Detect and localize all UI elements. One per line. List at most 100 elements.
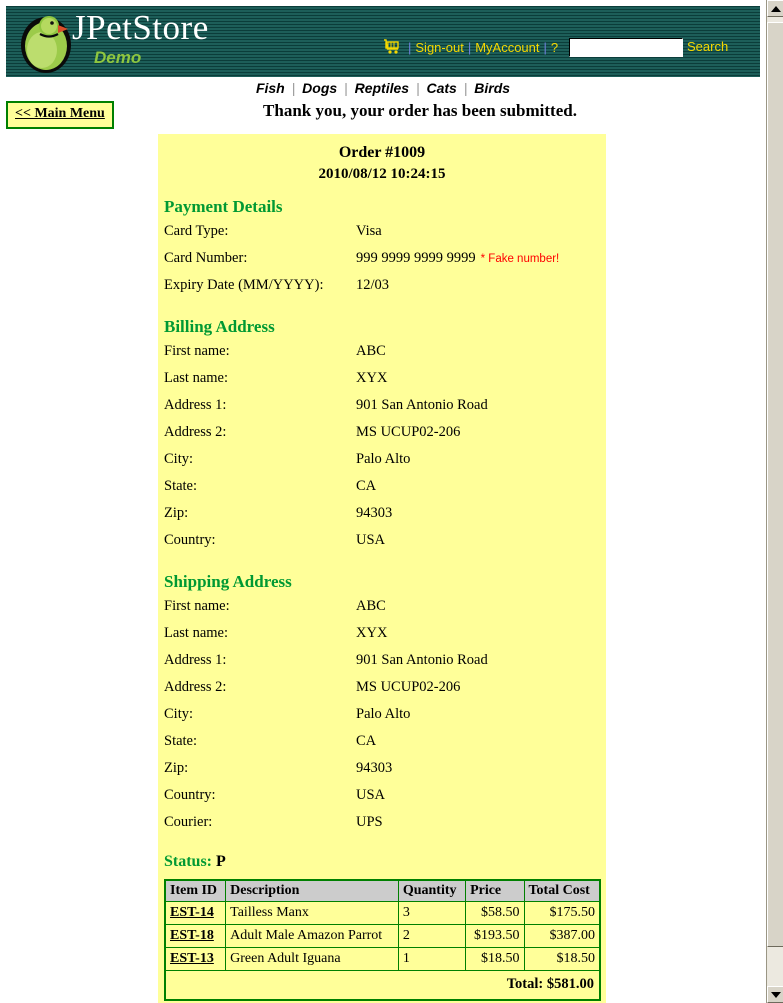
field-label: Address 2:	[164, 679, 227, 695]
site-logo[interactable]: JPetStore Demo	[14, 8, 254, 76]
table-row: EST-18 Adult Male Amazon Parrot 2 $193.5…	[164, 924, 601, 948]
site-banner: JPetStore Demo | Sign-out | MyAccount |	[6, 6, 760, 77]
nav-separator: |	[543, 39, 547, 55]
field-value: 94303	[356, 760, 393, 776]
billing-last-name: Last name: XYX	[164, 370, 606, 397]
billing-city: City: Palo Alto	[164, 451, 606, 478]
cell-total: $175.50	[523, 901, 601, 925]
order-date: 2010/08/12 10:24:15	[318, 166, 446, 182]
scroll-down-arrow-icon	[771, 992, 781, 998]
field-value: ABC	[356, 343, 386, 359]
field-value: 901 San Antonio Road	[356, 397, 488, 413]
field-label: City:	[164, 451, 194, 467]
field-value: 901 San Antonio Road	[356, 652, 488, 668]
cell-description: Green Adult Iguana	[225, 947, 399, 971]
main-menu-button[interactable]: << Main Menu	[6, 101, 114, 129]
shipping-address-2: Address 2: MS UCUP02-206	[164, 679, 606, 706]
billing-address-1: Address 1: 901 San Antonio Road	[164, 397, 606, 424]
item-id-link[interactable]: EST-18	[170, 928, 214, 943]
table-total-row: Total: $581.00	[165, 970, 600, 1000]
field-label: Address 1:	[164, 652, 227, 668]
field-label: Courier:	[164, 814, 213, 830]
scrollbar-track[interactable]	[767, 17, 783, 986]
item-id-link[interactable]: EST-13	[170, 951, 214, 966]
field-value: MS UCUP02-206	[356, 679, 461, 695]
field-value: UPS	[356, 814, 383, 830]
billing-address-heading: Billing Address	[164, 317, 275, 336]
cell-item-id[interactable]: EST-18	[164, 924, 227, 948]
column-total-cost: Total Cost	[523, 879, 601, 902]
search-button[interactable]: Search	[687, 39, 728, 54]
nav-item-fish[interactable]: Fish	[256, 80, 285, 96]
nav-separator: |	[415, 80, 420, 96]
sign-out-link[interactable]: Sign-out	[415, 40, 463, 55]
vertical-scrollbar[interactable]	[766, 0, 783, 1003]
shipping-country: Country: USA	[164, 787, 606, 814]
field-label: State:	[164, 478, 198, 494]
parrot-logo-icon	[21, 16, 71, 73]
item-id-link[interactable]: EST-14	[170, 905, 214, 920]
field-label: Address 2:	[164, 424, 227, 440]
nav-item-cats[interactable]: Cats	[426, 80, 456, 96]
shipping-address-1: Address 1: 901 San Antonio Road	[164, 652, 606, 679]
field-value: Palo Alto	[356, 706, 411, 722]
order-title: Order #1009	[338, 144, 426, 161]
field-value: ABC	[356, 598, 386, 614]
field-label: Card Type:	[164, 223, 229, 239]
shipping-courier: Courier: UPS	[164, 814, 606, 841]
shipping-last-name: Last name: XYX	[164, 625, 606, 652]
column-description: Description	[225, 879, 399, 902]
field-label: State:	[164, 733, 198, 749]
cell-item-id[interactable]: EST-14	[164, 901, 227, 925]
field-label: Country:	[164, 787, 216, 803]
order-items-table: Item ID Description Quantity Price Total…	[164, 879, 601, 1001]
scrollbar-thumb[interactable]	[767, 22, 783, 947]
field-value: Visa	[356, 223, 382, 239]
status-value: P	[216, 853, 226, 870]
browser-viewport: JPetStore Demo | Sign-out | MyAccount |	[0, 0, 783, 1003]
order-total: Total: $581.00	[165, 970, 600, 1000]
field-value: Palo Alto	[356, 451, 411, 467]
shipping-zip: Zip: 94303	[164, 760, 606, 787]
field-label: Country:	[164, 532, 216, 548]
shipping-city: City: Palo Alto	[164, 706, 606, 733]
nav-separator: |	[467, 39, 472, 55]
shopping-cart-icon[interactable]	[384, 39, 402, 55]
field-value: 999 9999 9999 9999 * Fake number!	[356, 250, 606, 267]
field-label: Last name:	[164, 625, 229, 641]
search-input[interactable]	[569, 38, 683, 57]
nav-item-reptiles[interactable]: Reptiles	[355, 80, 409, 96]
field-value: USA	[356, 787, 386, 803]
nav-separator: |	[408, 39, 412, 55]
column-price: Price	[465, 879, 525, 902]
nav-item-dogs[interactable]: Dogs	[302, 80, 337, 96]
field-label: First name:	[164, 598, 230, 614]
help-link[interactable]: ?	[551, 40, 558, 55]
scroll-down-button[interactable]	[767, 986, 783, 1003]
cell-quantity: 1	[397, 947, 467, 971]
nav-separator: |	[291, 80, 296, 96]
field-label: Expiry Date (MM/YYYY):	[164, 277, 324, 293]
order-panel: Order #1009 2010/08/12 10:24:15 Payment …	[158, 134, 606, 1003]
field-label: City:	[164, 706, 194, 722]
cell-item-id[interactable]: EST-13	[164, 947, 227, 971]
column-item-id: Item ID	[164, 879, 227, 902]
cell-quantity: 2	[397, 924, 467, 948]
field-value: MS UCUP02-206	[356, 424, 461, 440]
billing-first-name: First name: ABC	[164, 343, 606, 370]
fake-number-note: * Fake number!	[480, 253, 560, 265]
cell-total: $18.50	[523, 947, 601, 971]
table-row: EST-14 Tailless Manx 3 $58.50 $175.50	[164, 901, 601, 925]
utility-nav: | Sign-out | MyAccount | ?	[384, 36, 558, 58]
field-expiry-date: Expiry Date (MM/YYYY): 12/03	[164, 277, 606, 304]
shipping-address-heading: Shipping Address	[164, 572, 292, 591]
table-header-row: Item ID Description Quantity Price Total…	[164, 879, 601, 902]
cell-description: Tailless Manx	[225, 901, 399, 925]
billing-zip: Zip: 94303	[164, 505, 606, 532]
my-account-link[interactable]: MyAccount	[475, 40, 539, 55]
status-label: Status:	[164, 853, 213, 870]
nav-item-birds[interactable]: Birds	[474, 80, 510, 96]
brand-subtitle: Demo	[94, 48, 142, 67]
scroll-up-button[interactable]	[767, 0, 783, 17]
field-value: XYX	[356, 370, 388, 386]
